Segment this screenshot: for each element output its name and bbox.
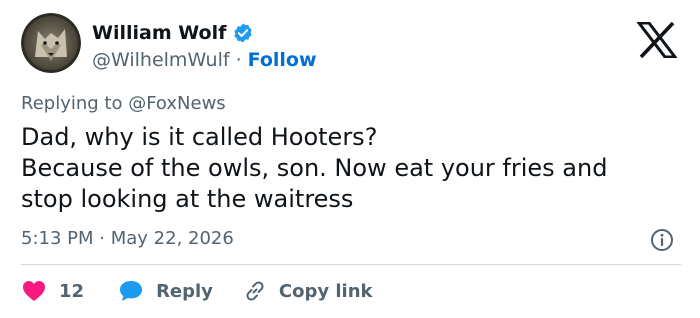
tweet-text: Dad, why is it called Hooters? Because o… xyxy=(21,122,681,215)
author-handle[interactable]: @WilhelmWulf xyxy=(92,49,230,71)
action-bar: 12 Reply Copy link xyxy=(21,278,373,304)
reply-bubble-icon xyxy=(120,281,143,301)
tweet-line: Because of the owls, son. Now eat your f… xyxy=(21,154,608,182)
avatar[interactable] xyxy=(21,13,81,73)
replying-prefix: Replying to xyxy=(21,93,123,114)
tweet-line: stop looking at the waitress xyxy=(21,185,354,213)
verified-badge-icon xyxy=(234,23,252,43)
reply-mention-link[interactable]: @FoxNews xyxy=(128,93,225,114)
tweet-line: Dad, why is it called Hooters? xyxy=(21,123,378,151)
reply-label: Reply xyxy=(156,280,213,302)
reply-context: Replying to @FoxNews xyxy=(21,93,226,114)
author-name[interactable]: William Wolf xyxy=(92,22,226,44)
tweet-time: 5:13 PM xyxy=(21,228,94,249)
follow-button[interactable]: Follow xyxy=(248,49,317,71)
separator-dot: · xyxy=(99,228,105,249)
timestamp-link[interactable]: 5:13 PM · May 22, 2026 xyxy=(21,228,234,249)
separator-dot: · xyxy=(235,49,242,71)
x-logo-icon[interactable] xyxy=(637,22,677,58)
wolf-avatar-image xyxy=(21,13,81,73)
reply-button[interactable]: Reply xyxy=(118,279,213,303)
divider xyxy=(21,264,681,265)
copy-link-button[interactable]: Copy link xyxy=(243,279,373,303)
info-icon[interactable] xyxy=(650,228,674,252)
heart-icon xyxy=(23,281,45,301)
link-icon xyxy=(246,281,264,301)
like-button[interactable]: 12 xyxy=(21,279,84,303)
tweet-date: May 22, 2026 xyxy=(110,228,234,249)
copy-link-label: Copy link xyxy=(278,280,373,302)
like-count: 12 xyxy=(59,280,85,302)
